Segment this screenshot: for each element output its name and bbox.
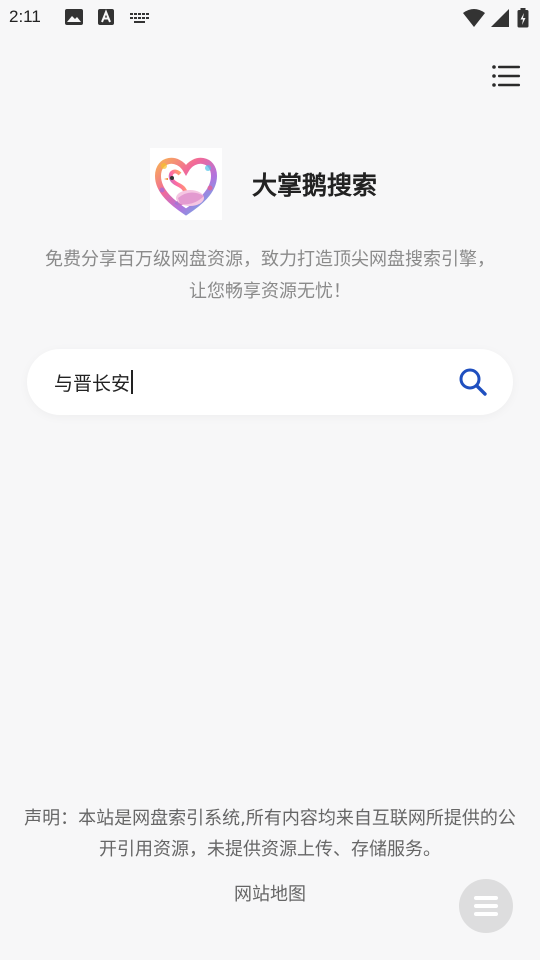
disclaimer-text: 声明：本站是网盘索引系统,所有内容均来自互联网所提供的公开引用资源，未提供资源上… <box>24 808 516 860</box>
status-time: 2:11 <box>9 7 41 26</box>
swan-heart-logo <box>150 148 222 220</box>
keyboard-icon <box>130 13 149 23</box>
signal-icon <box>491 9 509 27</box>
wifi-icon <box>463 9 485 27</box>
search-input[interactable]: 与晋长安 <box>54 369 133 396</box>
battery-icon <box>517 8 529 28</box>
search-box: 与晋长安 <box>27 349 513 415</box>
site-tagline: 免费分享百万级网盘资源，致力打造顶尖网盘搜索引擎，让您畅享资源无忧！ <box>45 249 495 302</box>
list-menu-icon[interactable] <box>490 62 522 90</box>
a-letter-icon <box>98 9 114 25</box>
search-icon[interactable] <box>457 366 489 398</box>
text-caret <box>131 370 133 394</box>
status-bar: 2:11 <box>0 0 540 36</box>
site-title: 大掌鹅搜索 <box>252 171 378 200</box>
menu-float-icon[interactable] <box>459 879 513 933</box>
search-input-value: 与晋长安 <box>54 373 131 395</box>
image-icon <box>65 9 83 25</box>
